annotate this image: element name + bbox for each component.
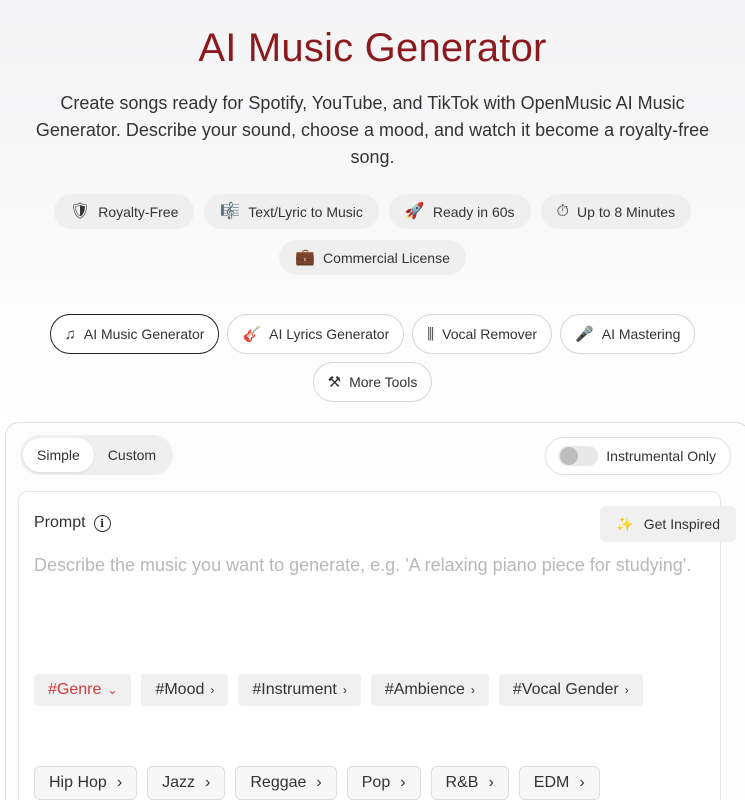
prompt-label: Prompt (34, 514, 86, 531)
tab-more-tools[interactable]: ⚒ More Tools (312, 362, 433, 402)
music-notes-icon: 🎼 (220, 202, 241, 220)
genre-jazz[interactable]: Jazz › (147, 766, 226, 800)
tag-instrument[interactable]: #Instrument › (238, 674, 361, 706)
tag-label: #Ambience (384, 681, 465, 698)
chevron-right-icon: › (624, 683, 629, 697)
tab-label: AI Music Generator (83, 326, 205, 342)
chevron-right-icon: › (116, 774, 123, 791)
mode-simple-button[interactable]: Simple (23, 438, 94, 472)
page-title: AI Music Generator (198, 26, 547, 70)
feature-up-to-8-minutes: ⏱ Up to 8 Minutes (540, 194, 692, 229)
genre-label: Reggae (250, 774, 307, 791)
tab-label: AI Mastering (601, 326, 681, 342)
feature-ready-in-60s: 🚀 Ready in 60s (388, 194, 531, 229)
tab-label: AI Lyrics Generator (269, 326, 390, 342)
genre-edm[interactable]: EDM › (518, 766, 600, 800)
tab-vocal-remover[interactable]: ⫼ Vocal Remover (412, 314, 553, 354)
stopwatch-icon: ⏱ (556, 202, 570, 220)
feature-label: Up to 8 Minutes (577, 203, 676, 220)
tab-ai-music-generator[interactable]: ♫ AI Music Generator (49, 314, 220, 354)
feature-commercial-license: 💼 Commercial License (279, 240, 466, 275)
rocket-icon: 🚀 (404, 202, 425, 220)
genre-reggae[interactable]: Reggae › (235, 766, 337, 800)
instrumental-switch[interactable] (558, 446, 599, 466)
chevron-right-icon: › (470, 683, 475, 697)
chevron-right-icon: › (400, 774, 406, 791)
briefcase-icon: 💼 (295, 248, 316, 266)
tab-label: Vocal Remover (442, 326, 538, 342)
genre-label: Hip Hop (49, 774, 107, 791)
music-note-icon: ♫ (64, 325, 76, 343)
genre-label: Pop (361, 774, 391, 791)
chevron-right-icon: › (579, 774, 585, 791)
tag-list: #Genre ⌄ #Mood › #Instrument › #Ambience… (34, 674, 724, 706)
tag-genre[interactable]: #Genre ⌄ (34, 674, 132, 706)
generator-card: Simple Custom Instrumental Only Prompt i… (5, 422, 745, 800)
instrumental-toggle[interactable]: Instrumental Only (545, 437, 731, 475)
feature-label: Royalty-Free (98, 203, 179, 220)
lyrics-icon: 🎸 (242, 326, 262, 343)
page-subtitle: Create songs ready for Spotify, YouTube,… (35, 93, 710, 167)
genre-label: Jazz (162, 774, 196, 791)
genre-list: Hip Hop › Jazz › Reggae › Pop › R&B › ED… (34, 766, 724, 800)
prompt-input[interactable]: Describe the music you want to generate,… (34, 552, 724, 579)
instrumental-label: Instrumental Only (606, 448, 716, 464)
shield-icon: 🛡 (69, 202, 91, 220)
chevron-right-icon: › (205, 774, 211, 791)
tag-label: #Mood (155, 681, 205, 698)
chevron-right-icon: › (342, 683, 347, 697)
genre-rnb[interactable]: R&B › (430, 766, 509, 800)
tag-label: #Vocal Gender (512, 681, 619, 698)
tab-ai-lyrics-generator[interactable]: 🎸 AI Lyrics Generator (227, 314, 405, 354)
tag-label: #Genre (48, 681, 102, 698)
prompt-panel: Prompt i ✨ Get Inspired Describe the mus… (18, 491, 736, 800)
feature-list: 🛡 Royalty-Free 🎼 Text/Lyric to Music 🚀 R… (20, 194, 725, 275)
mode-custom-button[interactable]: Custom (94, 438, 170, 472)
genre-pop[interactable]: Pop › (346, 766, 421, 800)
chevron-right-icon: › (316, 774, 322, 791)
mode-toggle: Simple Custom (20, 435, 174, 475)
genre-hip-hop[interactable]: Hip Hop › (34, 766, 138, 800)
feature-label: Ready in 60s (432, 203, 515, 220)
tag-label: #Instrument (252, 681, 337, 698)
feature-royalty-free: 🛡 Royalty-Free (53, 194, 195, 229)
tag-mood[interactable]: #Mood › (141, 674, 229, 706)
info-icon[interactable]: i (93, 514, 111, 532)
waveform-icon: ⫼ (427, 325, 435, 343)
tool-tabs: ♫ AI Music Generator 🎸 AI Lyrics Generat… (20, 314, 725, 402)
get-inspired-label: Get Inspired (643, 516, 720, 532)
feature-label: Commercial License (323, 249, 450, 266)
tab-label: More Tools (349, 374, 418, 390)
chevron-right-icon: › (210, 683, 215, 697)
tag-vocal-gender[interactable]: #Vocal Gender › (498, 674, 643, 706)
magic-wand-icon: ✨ (616, 515, 634, 532)
tools-icon: ⚒ (327, 374, 342, 391)
chevron-right-icon: › (488, 774, 494, 791)
prompt-heading: Prompt i (34, 514, 111, 532)
genre-label: EDM (533, 774, 570, 791)
switch-knob (560, 447, 579, 465)
chevron-down-icon: ⌄ (107, 683, 118, 697)
feature-label: Text/Lyric to Music (248, 203, 363, 220)
get-inspired-button[interactable]: ✨ Get Inspired (600, 506, 736, 542)
tag-ambience[interactable]: #Ambience › (370, 674, 489, 706)
genre-label: R&B (445, 774, 479, 791)
microphone-icon: 🎤 (575, 326, 594, 343)
tab-ai-mastering[interactable]: 🎤 AI Mastering (560, 314, 696, 354)
feature-text-to-music: 🎼 Text/Lyric to Music (204, 194, 379, 229)
